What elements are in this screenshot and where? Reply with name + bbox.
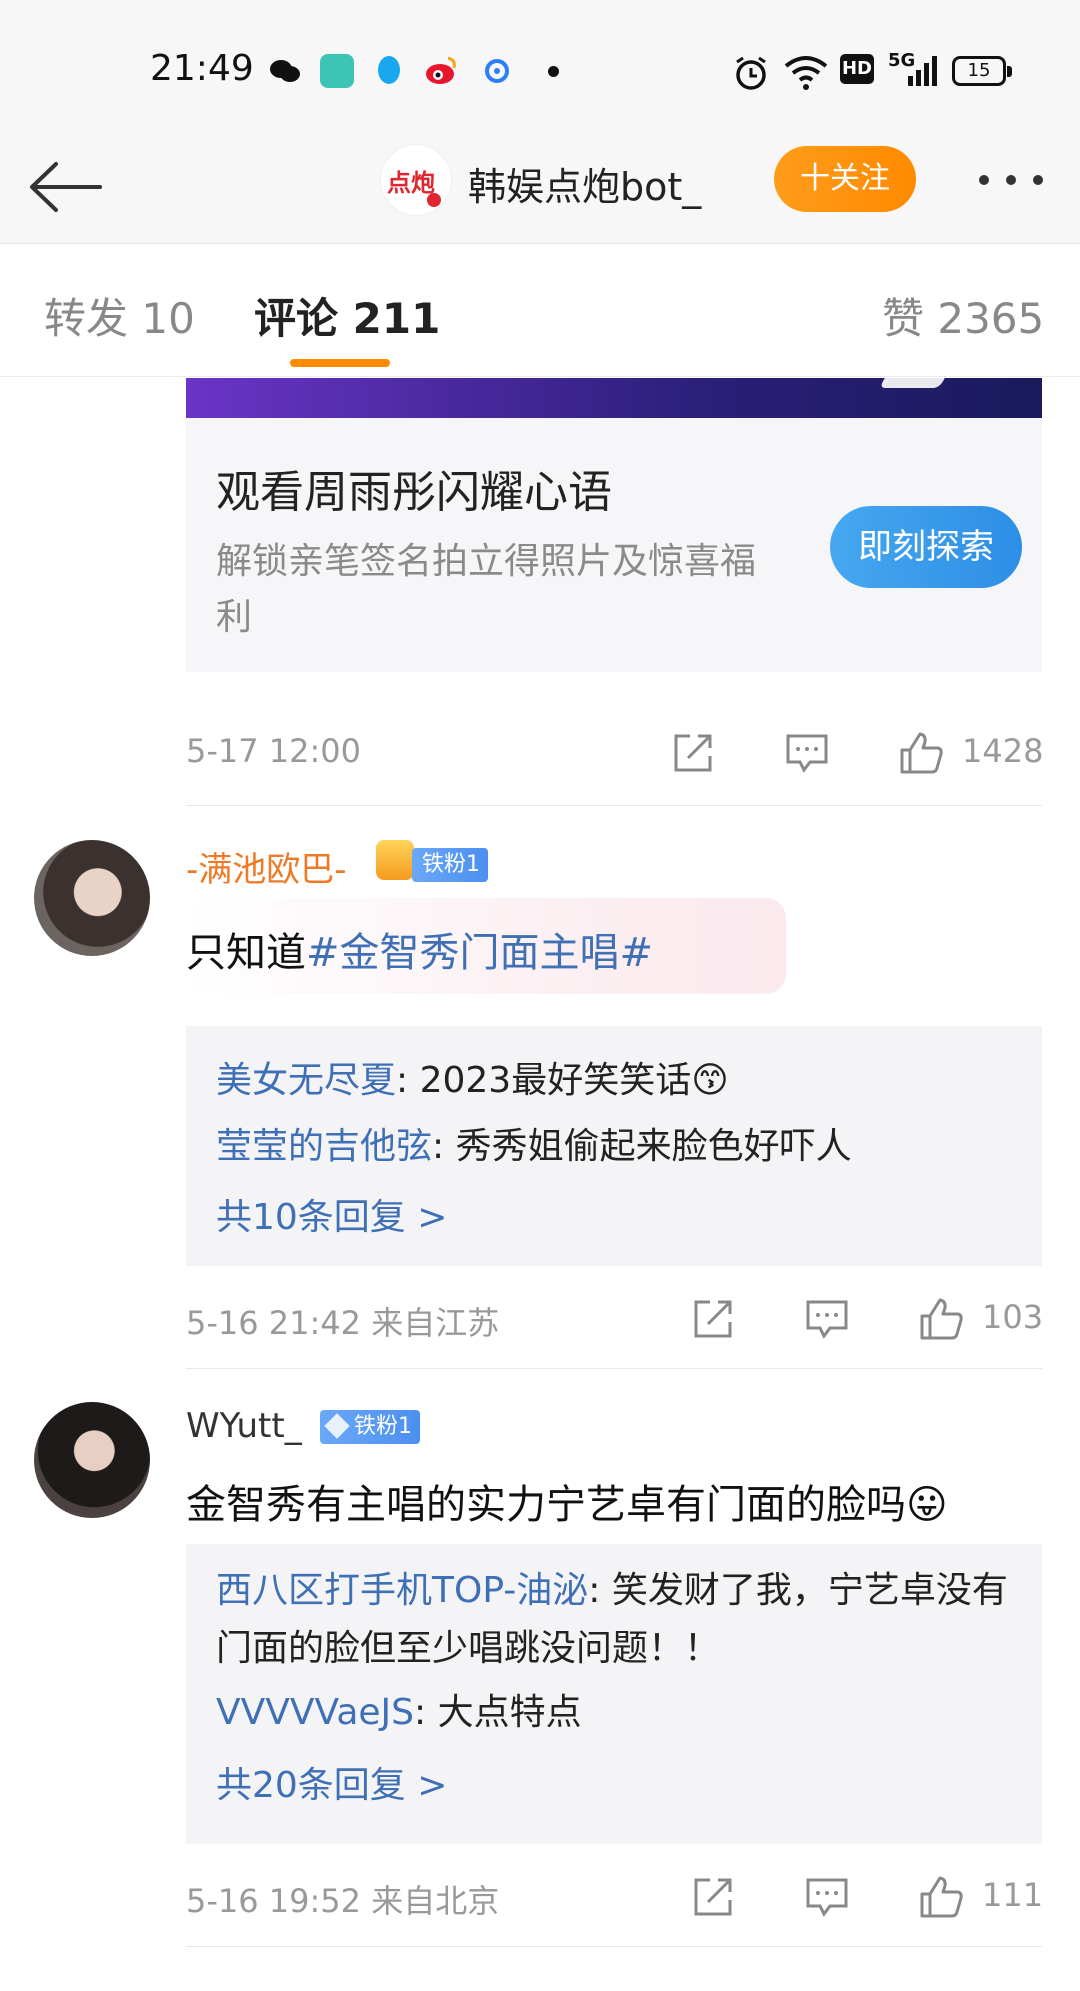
post-like-count: 1428 <box>962 732 1044 770</box>
follow-button[interactable]: 十关注 <box>774 146 916 212</box>
share-icon[interactable] <box>690 1296 736 1342</box>
comment-meta: 5-16 21:42 来自江苏 <box>186 1304 500 1342</box>
browser-icon <box>485 59 509 83</box>
active-tab-indicator <box>290 359 390 367</box>
fan-level-label: 铁粉1 <box>354 1414 412 1439</box>
reply-author[interactable]: 西八区打手机TOP-油泌 <box>216 1570 588 1611</box>
replies-box[interactable]: 西八区打手机TOP-油泌: 笑发财了我，宁艺卓没有门面的脸但至少唱跳没问题！！ … <box>186 1544 1042 1844</box>
promo-title: 观看周雨彤闪耀心语 <box>216 467 612 518</box>
explore-button[interactable]: 即刻探索 <box>830 506 1022 588</box>
comment-icon[interactable] <box>784 730 830 776</box>
commenter-name[interactable]: WYutt_ <box>186 1406 302 1446</box>
promo-banner-image <box>186 378 1042 418</box>
share-icon[interactable] <box>670 730 716 776</box>
app-icon <box>320 54 354 88</box>
comment-text: 只知道#金智秀门面主唱# <box>186 920 653 978</box>
reply-item[interactable]: 莹莹的吉他弦: 秀秀姐偷起来脸色好吓人 <box>216 1118 1016 1176</box>
share-icon[interactable] <box>690 1874 736 1920</box>
comment-text-prefix: 只知道 <box>186 930 306 976</box>
commenter-avatar[interactable] <box>34 840 150 956</box>
tab-likes[interactable]: 赞 2365 <box>882 285 1044 346</box>
post-action-row: 5-17 12:00 1428 <box>186 724 1044 784</box>
account-avatar[interactable]: 点炮 <box>380 144 452 216</box>
account-name[interactable]: 韩娱点炮bot_ <box>468 156 701 211</box>
comment-icon[interactable] <box>804 1874 850 1920</box>
divider <box>186 1946 1042 1947</box>
comment-action-row: 5-16 19:52 来自北京 111 <box>186 1868 1044 1928</box>
reply-text: : 大点特点 <box>414 1692 582 1733</box>
reply-item[interactable]: 美女无尽夏: 2023最好笑笑话😙 <box>216 1052 1016 1110</box>
notification-dot-icon <box>548 66 559 77</box>
tab-repost[interactable]: 转发 10 <box>44 285 195 346</box>
comment-action-row: 5-16 21:42 来自江苏 103 <box>186 1290 1044 1350</box>
fan-level-badge: 铁粉1 <box>320 1410 420 1444</box>
reply-item[interactable]: 西八区打手机TOP-油泌: 笑发财了我，宁艺卓没有门面的脸但至少唱跳没问题！！ <box>216 1562 1016 1678</box>
wifi-icon <box>784 56 828 90</box>
comment-like-count: 103 <box>982 1298 1044 1336</box>
hd-indicator: HD <box>840 54 874 84</box>
reply-item[interactable]: VVVVVaeJS: 大点特点 <box>216 1684 1016 1742</box>
hashtag-link[interactable]: #金智秀门面主唱# <box>306 930 653 976</box>
reply-author[interactable]: 美女无尽夏 <box>216 1060 396 1101</box>
tab-bar: 转发 10 评论 211 赞 2365 <box>0 245 1080 377</box>
comment-like-count: 111 <box>982 1876 1044 1914</box>
reply-text: : 2023最好笑笑话😙 <box>396 1060 729 1101</box>
diamond-icon <box>324 1413 350 1439</box>
promo-card[interactable]: 观看周雨彤闪耀心语 解锁亲笔签名拍立得照片及惊喜福利 即刻探索 <box>186 418 1042 672</box>
reply-author[interactable]: 莹莹的吉他弦 <box>216 1126 432 1167</box>
tab-comments[interactable]: 评论 211 <box>254 285 440 346</box>
reply-text: : 秀秀姐偷起来脸色好吓人 <box>432 1126 852 1167</box>
like-thumb-icon[interactable] <box>898 730 944 776</box>
comment-text: 金智秀有主唱的实力宁艺卓有门面的脸吗😛 <box>186 1482 948 1528</box>
comment-meta: 5-16 19:52 来自北京 <box>186 1882 500 1920</box>
weibo-icon <box>426 56 456 84</box>
commenter-name[interactable]: -满池欧巴- <box>186 842 347 891</box>
commenter-avatar[interactable] <box>34 1402 150 1518</box>
account-logo-text: 点炮 <box>387 169 435 197</box>
post-time: 5-17 12:00 <box>186 732 362 770</box>
replies-box[interactable]: 美女无尽夏: 2023最好笑笑话😙 莹莹的吉他弦: 秀秀姐偷起来脸色好吓人 共1… <box>186 1026 1042 1266</box>
reply-author[interactable]: VVVVVaeJS <box>216 1692 414 1733</box>
view-more-replies-link[interactable]: 共10条回复 > <box>216 1188 447 1240</box>
wechat-icon <box>270 60 300 82</box>
fan-level-badge: 铁粉1 <box>412 848 488 882</box>
divider <box>186 1368 1042 1369</box>
divider <box>186 805 1042 806</box>
view-more-replies-link[interactable]: 共20条回复 > <box>216 1756 447 1808</box>
alarm-icon <box>736 56 766 90</box>
verified-badge-icon <box>427 193 441 207</box>
promo-subtitle: 解锁亲笔签名拍立得照片及惊喜福利 <box>216 541 757 638</box>
more-options-icon[interactable] <box>976 170 1046 190</box>
qq-icon <box>378 56 400 84</box>
battery-indicator: 15 <box>952 56 1012 86</box>
clock: 21:49 <box>150 48 254 89</box>
top-nav-bar: 点炮 韩娱点炮bot_ 十关注 <box>0 130 1080 244</box>
like-thumb-icon[interactable] <box>918 1296 964 1342</box>
signal-icon <box>908 56 937 86</box>
comment-icon[interactable] <box>804 1296 850 1342</box>
status-bar: 21:49 HD 5G 15 <box>0 0 1080 130</box>
crown-badge-icon <box>376 840 414 880</box>
like-thumb-icon[interactable] <box>918 1874 964 1920</box>
back-arrow-icon[interactable] <box>26 150 106 220</box>
